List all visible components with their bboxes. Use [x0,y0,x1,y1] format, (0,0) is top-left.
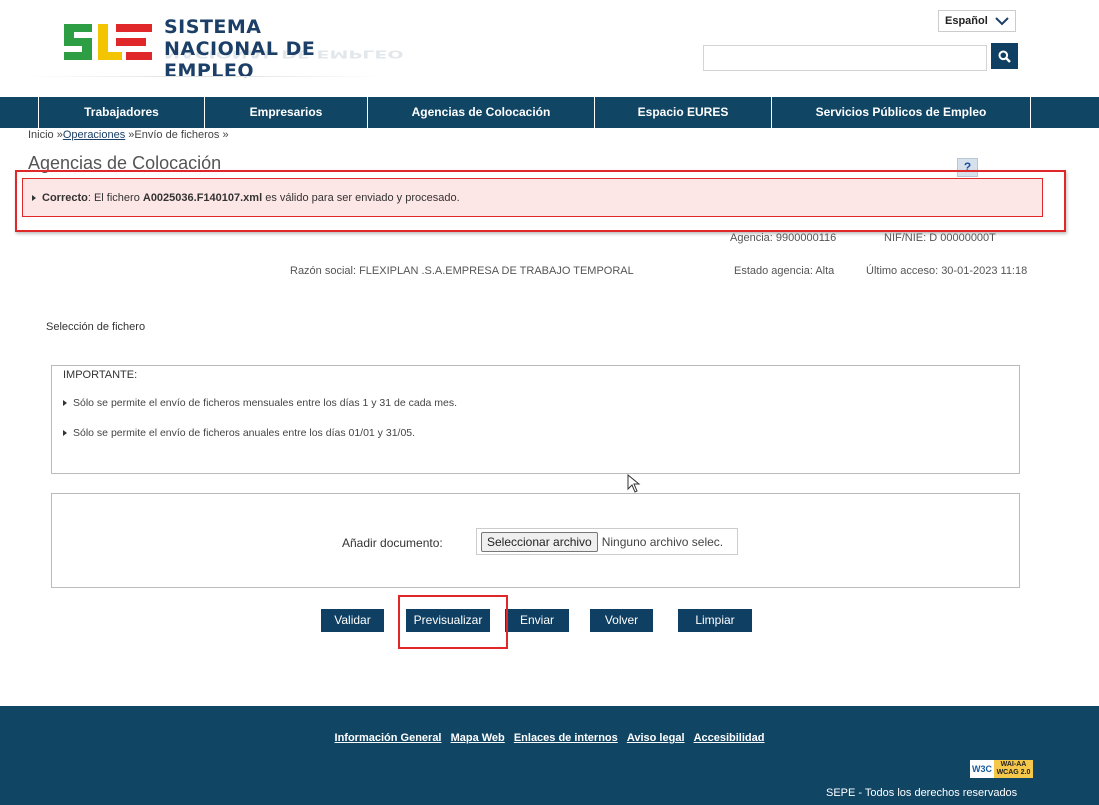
copyright: SEPE - Todos los derechos reservados [826,787,1018,799]
language-label: Español [945,15,988,27]
bullet-icon [63,400,67,406]
footer-links: Información General Mapa Web Enlaces de … [0,732,1099,744]
alert-highlight [15,170,1066,232]
upload-label: Añadir documento: [342,536,443,550]
wcag-badge: WAI-AA WCAG 2.0 [994,760,1033,778]
w3c-logo: W3C [970,760,994,778]
search-button[interactable] [991,43,1018,69]
limpiar-button[interactable]: Limpiar [678,609,752,632]
previsualizar-highlight [398,595,508,649]
mouse-cursor-icon [627,474,641,493]
footer-link-mapa-web[interactable]: Mapa Web [451,732,505,744]
agency-number: Agencia: 9900000116 [730,232,837,244]
nav-eures[interactable]: Espacio EURES [595,97,771,128]
footer-link-accesibilidad[interactable]: Accesibilidad [694,732,765,744]
important-heading: IMPORTANTE: [63,369,138,381]
file-input[interactable]: Seleccionar archivo Ninguno archivo sele… [476,528,738,555]
list-item: Sólo se permite el envío de ficheros men… [63,397,457,409]
bullet-icon [63,430,67,436]
nav-empresarios[interactable]: Empresarios [205,97,367,128]
agency-status: Estado agencia: Alta [734,265,835,277]
agency-last-access: Último acceso: 30-01-2023 11:18 [866,265,1028,277]
wai-aa-badge[interactable]: W3C WAI-AA WCAG 2.0 [970,760,1033,778]
important-notice: IMPORTANTE: Sólo se permite el envío de … [51,365,1020,474]
breadcrumb-current: »Envío de ficheros » [125,129,229,141]
chevron-down-icon [995,17,1009,26]
agency-razon-social: Razón social: FLEXIPLAN .S.A.EMPRESA DE … [290,265,634,277]
section-title: Selección de fichero [46,321,146,333]
logo-underline [28,76,384,77]
validar-button[interactable]: Validar [321,609,384,632]
main-nav: Trabajadores Empresarios Agencias de Col… [0,97,1099,128]
no-file-text: Ninguno archivo selec. [601,534,724,549]
search-input[interactable] [703,45,987,71]
sne-logo-icon [64,24,152,60]
list-item: Sólo se permite el envío de ficheros anu… [63,427,415,439]
footer-link-enlaces[interactable]: Enlaces de internos [514,732,618,744]
enviar-button[interactable]: Enviar [505,609,569,632]
footer-link-aviso-legal[interactable]: Aviso legal [627,732,685,744]
volver-button[interactable]: Volver [590,609,653,632]
nav-agencias[interactable]: Agencias de Colocación [368,97,594,128]
logo-reflection: NACIONAL DE EMPLEO [164,47,404,60]
footer: Información General Mapa Web Enlaces de … [0,706,1099,805]
footer-link-informacion[interactable]: Información General [335,732,442,744]
sne-logo[interactable]: SISTEMA NACIONAL DE EMPLEO NACIONAL DE E… [64,14,404,82]
search-icon [998,50,1011,63]
agency-nif: NIF/NIE: D 00000000T [884,232,996,244]
nav-servicios-publicos[interactable]: Servicios Públicos de Empleo [772,97,1030,128]
breadcrumb: Inicio »Operaciones »Envío de ficheros » [28,129,229,141]
select-file-button[interactable]: Seleccionar archivo [481,531,598,552]
nav-trabajadores[interactable]: Trabajadores [39,97,204,128]
breadcrumb-home[interactable]: Inicio » [28,129,63,141]
breadcrumb-operaciones[interactable]: Operaciones [63,129,125,141]
language-select[interactable]: Español [938,10,1016,32]
